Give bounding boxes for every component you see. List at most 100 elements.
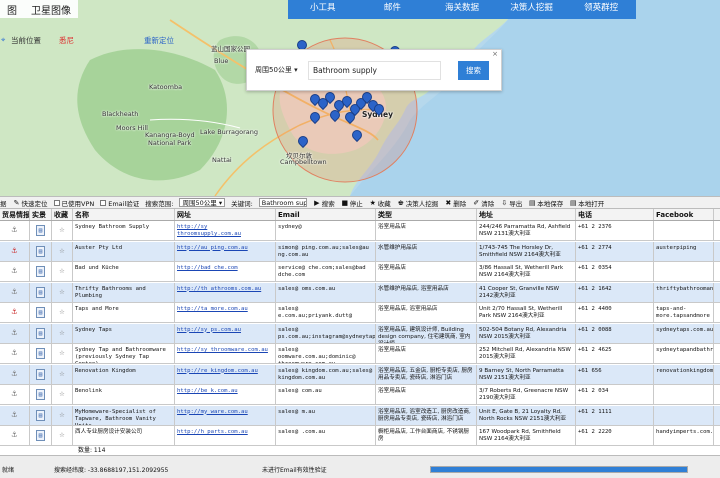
- range-select[interactable]: 周围50公里 ▾: [255, 63, 309, 78]
- result-pin-icon[interactable]: [345, 112, 353, 123]
- trade-intel-cell[interactable]: ⚓: [0, 262, 30, 281]
- favorite-cell[interactable]: ☆: [52, 405, 73, 425]
- trade-intel-cell[interactable]: ⚓: [0, 221, 30, 240]
- anchor-icon[interactable]: ⚓: [12, 246, 17, 256]
- toolbar-item[interactable]: 据: [0, 198, 7, 208]
- column-header[interactable]: 实景: [30, 209, 52, 220]
- keyword-input[interactable]: Bathroom supply: [308, 61, 441, 80]
- contact-card-icon[interactable]: ▤: [36, 327, 45, 339]
- street-view-cell[interactable]: ▤: [30, 364, 52, 384]
- close-icon[interactable]: ×: [492, 50, 498, 58]
- toolbar-item[interactable]: 已使用VPN: [53, 198, 94, 208]
- tab-satellite[interactable]: 卫星图像: [24, 0, 78, 18]
- column-header[interactable]: 电话: [576, 209, 654, 220]
- url-cell[interactable]: http://my ware.com.au: [175, 405, 276, 425]
- result-pin-icon[interactable]: [310, 112, 318, 123]
- column-header[interactable]: 地址: [477, 209, 576, 220]
- star-icon[interactable]: ☆: [59, 389, 64, 399]
- star-icon[interactable]: ☆: [59, 287, 64, 297]
- table-row[interactable]: ⚓ ▤ ☆ Auster Pty Ltd http://au ping.com.au si…: [0, 241, 720, 262]
- anchor-icon[interactable]: ⚓: [12, 266, 17, 276]
- url-cell[interactable]: http://au ping.com.au: [175, 241, 276, 261]
- toolbar-item[interactable]: ✖ 删除: [444, 198, 466, 208]
- anchor-icon[interactable]: ⚓: [12, 410, 17, 420]
- toolbar-item[interactable]: ✎ 快速定位: [13, 198, 48, 208]
- contact-card-icon[interactable]: ▤: [36, 368, 45, 380]
- nav-decision-maker[interactable]: 决策人挖掘: [497, 0, 567, 19]
- favorite-cell[interactable]: ☆: [52, 221, 73, 240]
- favorite-cell[interactable]: ☆: [52, 364, 73, 384]
- trade-intel-cell[interactable]: ⚓: [0, 303, 30, 322]
- favorite-cell[interactable]: ☆: [52, 323, 73, 343]
- star-icon[interactable]: ☆: [59, 307, 64, 317]
- street-view-cell[interactable]: ▤: [30, 344, 52, 363]
- contact-card-icon[interactable]: ▤: [36, 286, 45, 298]
- star-icon[interactable]: ☆: [59, 225, 64, 235]
- table-row[interactable]: ⚓ ▤ ☆ Taps and More http://ta more.com.au sal…: [0, 303, 720, 323]
- star-icon[interactable]: ☆: [59, 328, 64, 338]
- url-cell[interactable]: http://sy throomware.com.au: [175, 344, 276, 363]
- url-cell[interactable]: http://ta more.com.au: [175, 303, 276, 322]
- column-header[interactable]: Facebook: [654, 209, 714, 220]
- favorite-cell[interactable]: ☆: [52, 303, 73, 322]
- tab-map[interactable]: 图: [0, 0, 24, 18]
- trade-intel-cell[interactable]: ⚓: [0, 323, 30, 343]
- star-icon[interactable]: ☆: [59, 348, 64, 358]
- anchor-icon[interactable]: ⚓: [12, 307, 17, 317]
- table-row[interactable]: ⚓ ▤ ☆ Sydney Bathroom Supply http://sy throo…: [0, 221, 720, 241]
- toolbar-item[interactable]: 关键词:: [231, 198, 253, 208]
- nav-customs-data[interactable]: 海关数据: [427, 0, 497, 19]
- result-pin-icon[interactable]: [352, 130, 360, 141]
- checkbox[interactable]: [100, 199, 107, 206]
- anchor-icon[interactable]: ⚓: [12, 287, 17, 297]
- result-pin-icon[interactable]: [342, 96, 350, 107]
- toolbar-item[interactable]: Email验证: [100, 198, 139, 208]
- url-cell[interactable]: http://h parts.com.au: [175, 426, 276, 445]
- contact-card-icon[interactable]: ▤: [36, 245, 45, 257]
- contact-card-icon[interactable]: ▤: [36, 225, 45, 236]
- search-button[interactable]: 搜索: [458, 61, 489, 80]
- column-header[interactable]: 类型: [376, 209, 477, 220]
- nav-linkedin-control[interactable]: 领英群控: [566, 0, 636, 19]
- street-view-cell[interactable]: ▤: [30, 241, 52, 261]
- table-row[interactable]: ⚓ ▤ ☆ MyHomeware-Specialist of Tapware, Bat…: [0, 405, 720, 426]
- trade-intel-cell[interactable]: ⚓: [0, 344, 30, 363]
- contact-card-icon[interactable]: ▤: [36, 430, 45, 441]
- range-select[interactable]: 周围50公里 ▾: [179, 198, 226, 207]
- toolbar-item[interactable]: 周围50公里 ▾: [179, 198, 226, 207]
- street-view-cell[interactable]: ▤: [30, 221, 52, 240]
- toolbar-item[interactable]: ■ 停止: [341, 198, 362, 208]
- column-header[interactable]: 收藏: [52, 209, 73, 220]
- contact-card-icon[interactable]: ▤: [36, 389, 45, 400]
- street-view-cell[interactable]: ▤: [30, 405, 52, 425]
- result-pin-icon[interactable]: [298, 136, 306, 147]
- anchor-icon[interactable]: ⚓: [12, 389, 17, 399]
- table-row[interactable]: ⚓ ▤ ☆ Benolink http://be k.com.au sales@ com.…: [0, 385, 720, 405]
- anchor-icon[interactable]: ⚓: [12, 430, 17, 440]
- contact-card-icon[interactable]: ▤: [36, 266, 45, 277]
- url-cell[interactable]: http://sy throomsupply.com.au: [175, 221, 276, 240]
- toolbar-item[interactable]: Bathroom supply: [258, 198, 307, 207]
- nav-mail[interactable]: 邮件: [358, 0, 428, 19]
- column-header[interactable]: Email: [276, 209, 376, 220]
- favorite-cell[interactable]: ☆: [52, 426, 73, 445]
- trade-intel-cell[interactable]: ⚓: [0, 364, 30, 384]
- result-pin-icon[interactable]: [330, 110, 338, 121]
- table-row[interactable]: ⚓ ▤ ☆ Renovation Kingdom http://re kingdom.c…: [0, 364, 720, 385]
- url-cell[interactable]: http://be k.com.au: [175, 385, 276, 404]
- street-view-cell[interactable]: ▤: [30, 303, 52, 322]
- keyword-input[interactable]: Bathroom supply: [258, 198, 307, 207]
- column-header[interactable]: 贸易情报: [0, 209, 30, 220]
- column-header[interactable]: 网址: [175, 209, 276, 220]
- table-row[interactable]: ⚓ ▤ ☆ Sydney Tap and Bathroomware (previous…: [0, 344, 720, 364]
- anchor-icon[interactable]: ⚓: [12, 328, 17, 338]
- favorite-cell[interactable]: ☆: [52, 385, 73, 404]
- table-row[interactable]: ⚓ ▤ ☆ Bad und Küche http://bad che.com servic…: [0, 262, 720, 282]
- star-icon[interactable]: ☆: [59, 430, 64, 440]
- url-cell[interactable]: http://th athrooms.com.au: [175, 282, 276, 302]
- url-cell[interactable]: http://sy ps.com.au: [175, 323, 276, 343]
- anchor-icon[interactable]: ⚓: [12, 348, 17, 358]
- checkbox[interactable]: [53, 199, 60, 206]
- result-pin-icon[interactable]: [325, 92, 333, 103]
- trade-intel-cell[interactable]: ⚓: [0, 405, 30, 425]
